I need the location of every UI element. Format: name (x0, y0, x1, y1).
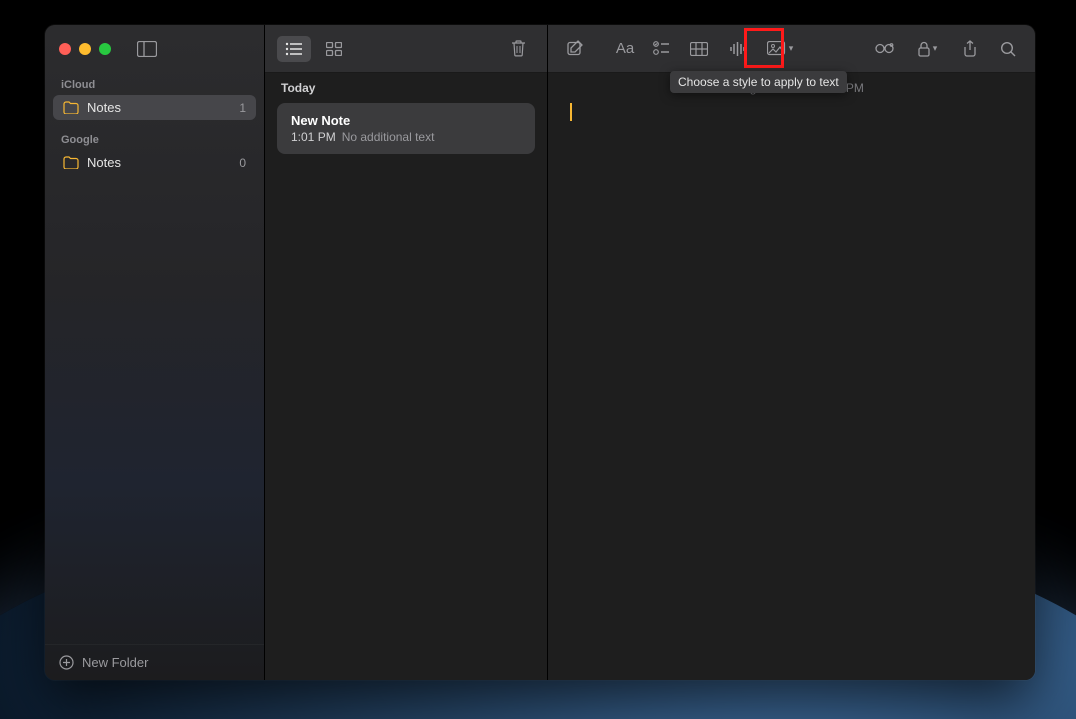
checklist-icon (653, 41, 670, 56)
tooltip: Choose a style to apply to text (670, 71, 847, 93)
checklist-button[interactable] (644, 34, 678, 64)
sidebar-section-label: iCloud (45, 73, 264, 95)
editor-pane: Aa (548, 25, 1035, 680)
window-controls (45, 25, 264, 73)
folder-count: 0 (239, 156, 246, 170)
share-icon (963, 40, 977, 57)
note-list-item[interactable]: New Note 1:01 PM No additional text (277, 103, 535, 154)
list-view-button[interactable] (277, 36, 311, 62)
note-editor[interactable] (548, 101, 1035, 680)
notes-list-pane: Today New Note 1:01 PM No additional text (265, 25, 548, 680)
toggle-sidebar-button[interactable] (133, 38, 161, 60)
note-title: New Note (291, 113, 521, 128)
photo-icon (767, 41, 787, 56)
link-button[interactable] (867, 34, 901, 64)
grid-icon (326, 42, 342, 56)
list-icon (285, 42, 303, 56)
plus-circle-icon (59, 655, 74, 670)
lock-icon (917, 41, 931, 57)
sidebar: iCloud Notes 1 Google Notes 0 New Folder (45, 25, 265, 680)
table-button[interactable] (682, 34, 716, 64)
new-folder-button[interactable]: New Folder (45, 644, 264, 680)
media-button[interactable]: ▾ (758, 34, 802, 64)
folder-name: Notes (87, 100, 121, 115)
tooltip-text: Choose a style to apply to text (678, 75, 839, 89)
share-button[interactable] (953, 34, 987, 64)
note-time: 1:01 PM (291, 130, 336, 144)
sidebar-icon (137, 41, 157, 57)
gallery-view-button[interactable] (317, 36, 351, 62)
sidebar-folder-icloud-notes[interactable]: Notes 1 (53, 95, 256, 120)
sidebar-folder-google-notes[interactable]: Notes 0 (53, 150, 256, 175)
folder-icon (63, 156, 79, 169)
note-preview: No additional text (342, 130, 435, 144)
search-icon (1000, 41, 1016, 57)
notes-list-toolbar (265, 25, 547, 73)
format-text-button[interactable]: Aa (610, 34, 640, 64)
minimize-button[interactable] (79, 43, 91, 55)
table-icon (690, 42, 708, 56)
folder-name: Notes (87, 155, 121, 170)
new-note-button[interactable] (558, 34, 592, 64)
text-cursor (570, 103, 572, 121)
chevron-down-icon: ▾ (789, 43, 794, 54)
notes-date-header: Today (265, 73, 547, 103)
new-folder-label: New Folder (82, 655, 148, 670)
trash-icon (511, 40, 526, 57)
delete-note-button[interactable] (501, 36, 535, 62)
aa-icon: Aa (616, 40, 634, 57)
link-icon (875, 41, 894, 56)
waveform-icon (729, 41, 746, 57)
audio-style-button[interactable] (720, 34, 754, 64)
folder-count: 1 (239, 101, 246, 115)
lock-button[interactable]: ▾ (905, 34, 949, 64)
close-button[interactable] (59, 43, 71, 55)
fullscreen-button[interactable] (99, 43, 111, 55)
chevron-down-icon: ▾ (933, 43, 938, 54)
compose-icon (567, 40, 584, 57)
search-button[interactable] (991, 34, 1025, 64)
note-subtitle: 1:01 PM No additional text (291, 130, 521, 144)
editor-toolbar: Aa (548, 25, 1035, 73)
sidebar-section-label: Google (45, 128, 264, 150)
notes-window: iCloud Notes 1 Google Notes 0 New Folder (45, 25, 1035, 680)
folder-icon (63, 101, 79, 114)
